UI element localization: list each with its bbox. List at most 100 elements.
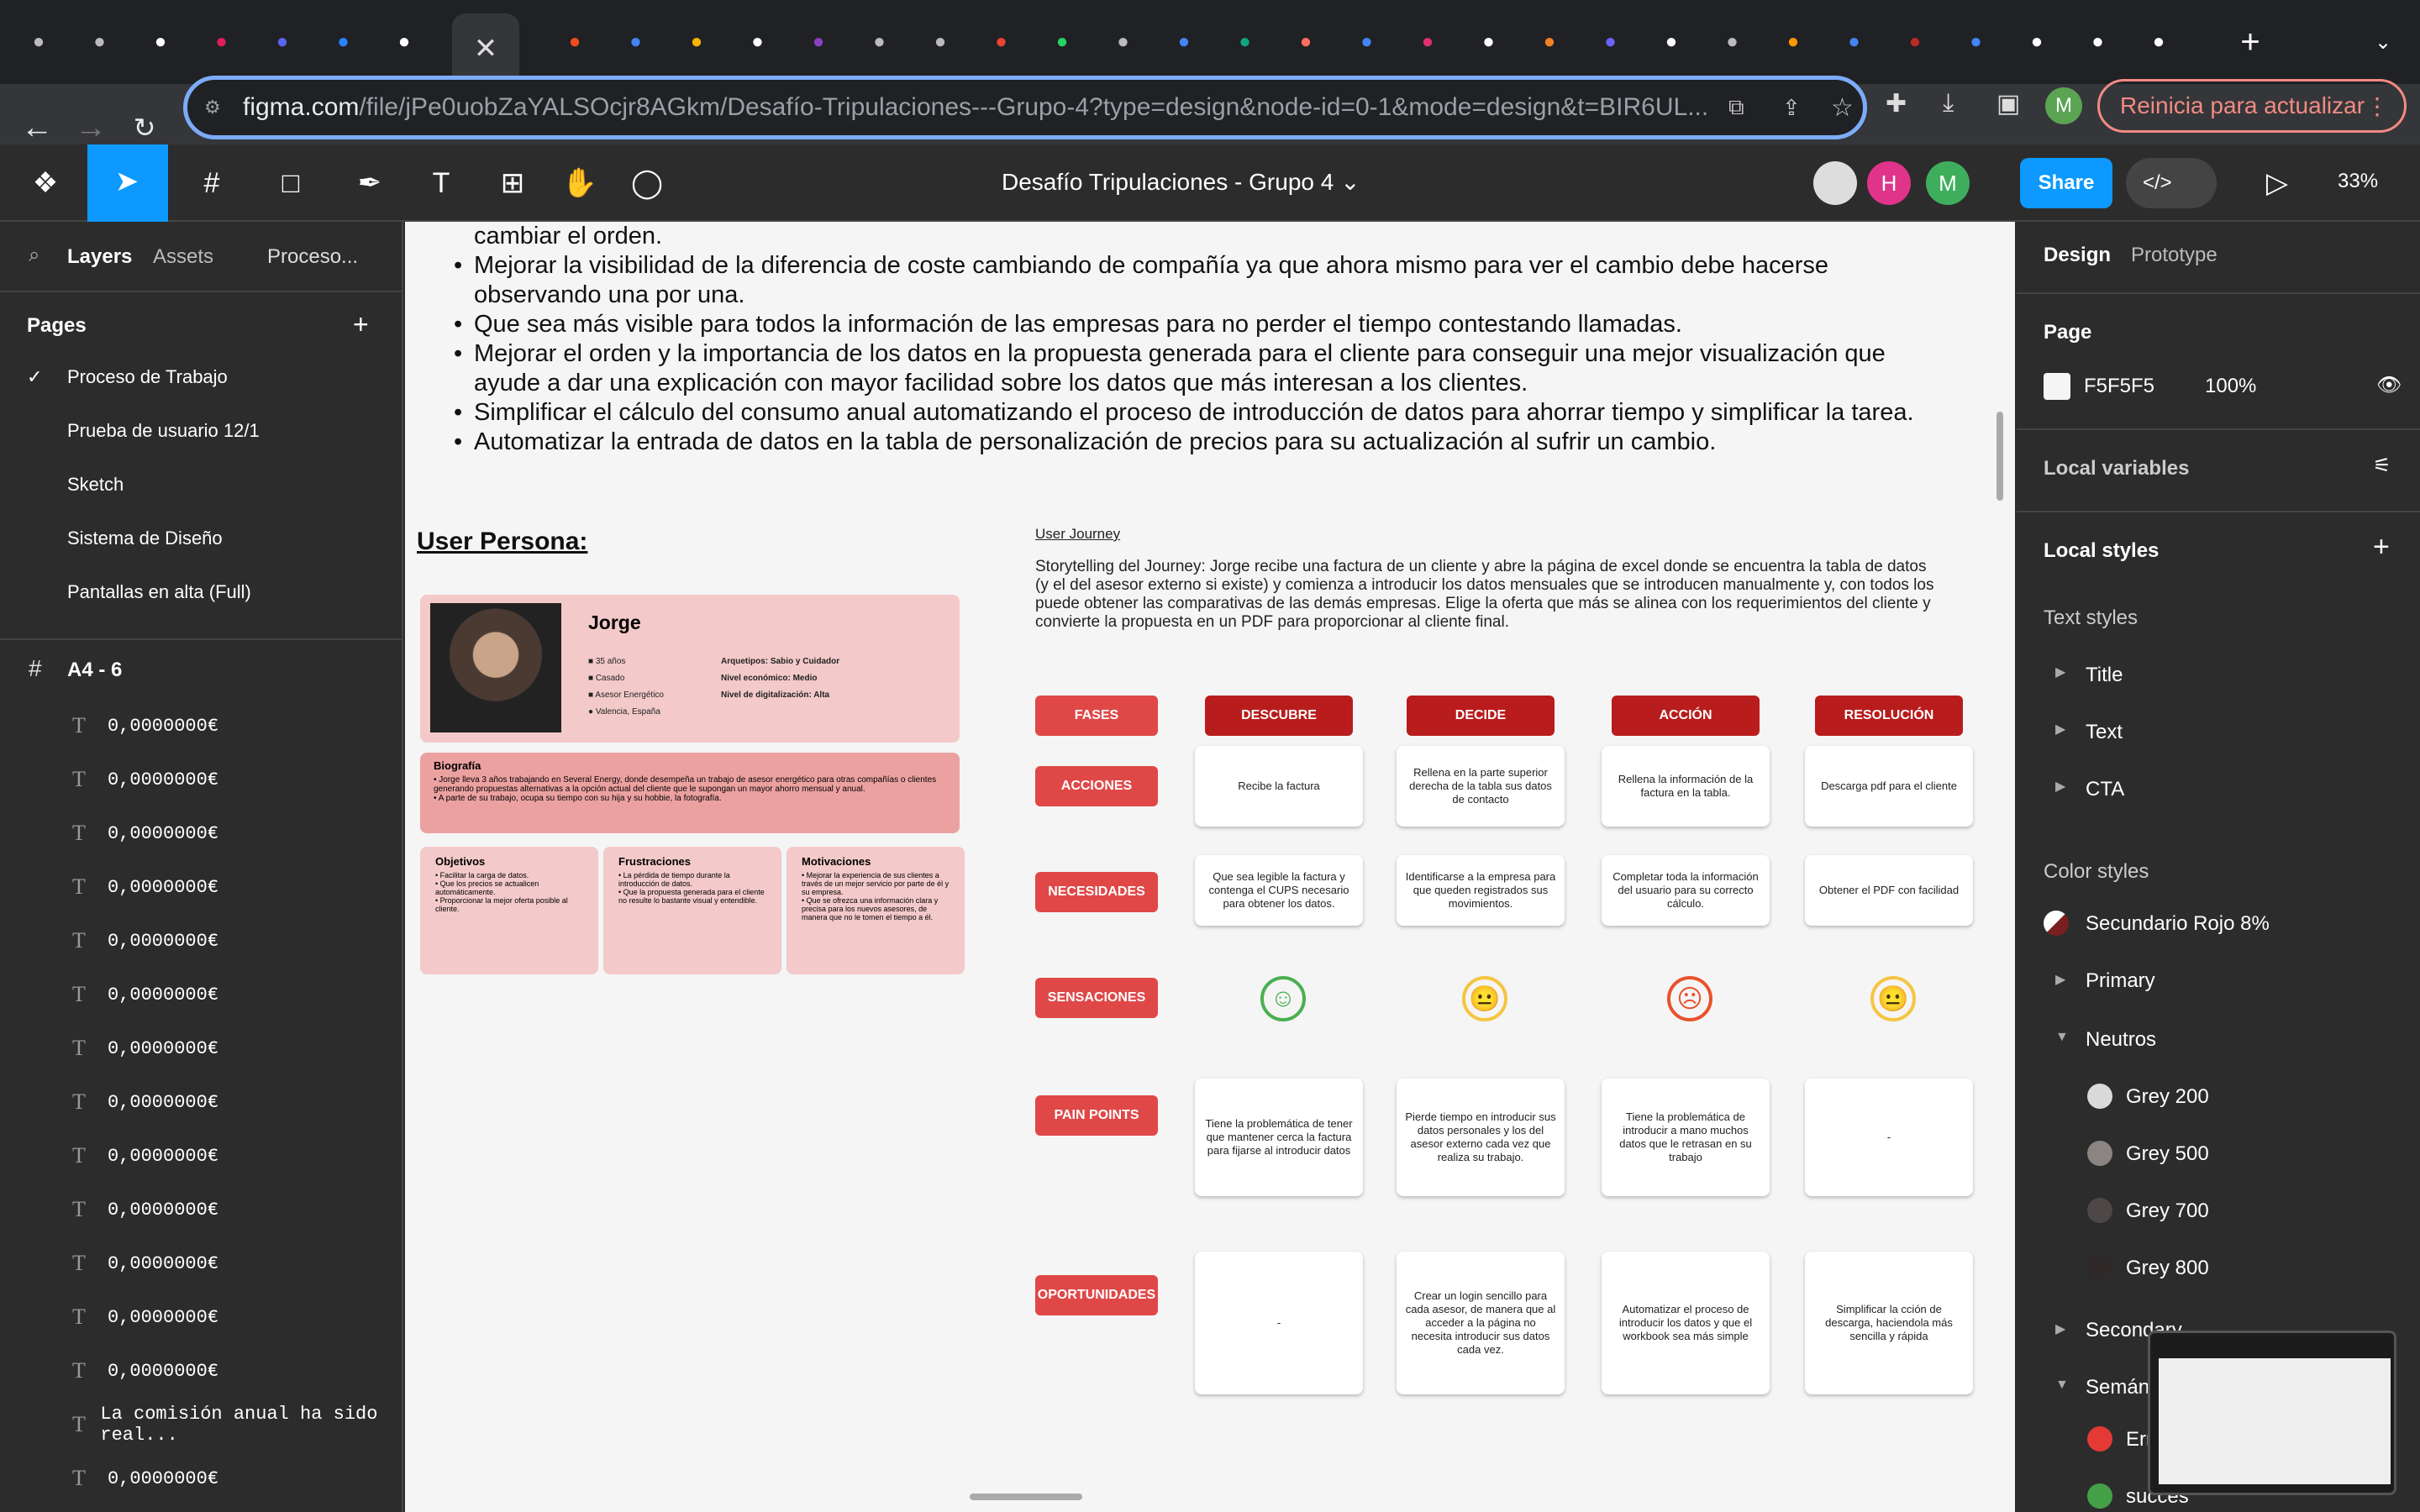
hk-icon[interactable]: ● <box>1531 24 1568 60</box>
text-layer[interactable]: T 0,0000000€ <box>72 1193 392 1226</box>
text-layer[interactable]: T 0,0000000€ <box>72 1032 392 1065</box>
dev-mode-toggle[interactable]: </> <box>2126 158 2217 208</box>
trello-icon[interactable]: ● <box>386 24 423 60</box>
page-selector[interactable]: Proceso... <box>267 245 358 269</box>
google-icon[interactable]: ● <box>1349 24 1386 60</box>
globe-icon[interactable]: ● <box>922 24 959 60</box>
text-layer[interactable]: T 0,0000000€ <box>72 870 392 904</box>
zoom-level[interactable]: 33% <box>2338 170 2378 193</box>
tab-design[interactable]: Design <box>2044 244 2111 267</box>
rectangle-tool-icon[interactable]: □ <box>266 163 316 203</box>
share-button[interactable]: Share <box>2020 158 2112 208</box>
docs-icon[interactable]: ● <box>618 24 655 60</box>
github-icon[interactable]: ● <box>142 24 179 60</box>
text-layer[interactable]: T 0,0000000€ <box>72 816 392 850</box>
search-icon[interactable]: ⌕ <box>29 244 39 267</box>
page-item[interactable]: Sketch <box>67 474 124 496</box>
page-item[interactable]: Prueba de usuario 12/1 <box>67 420 260 442</box>
caret-down-icon[interactable]: ▼ <box>2055 1030 2069 1045</box>
text-layer[interactable]: T 0,0000000€ <box>72 1247 392 1280</box>
site-info-icon[interactable]: ⚙ <box>204 97 221 118</box>
present-icon[interactable]: ▷ <box>2252 163 2302 203</box>
move-tool[interactable]: ➤ <box>87 144 168 222</box>
active-tab[interactable]: ✕ <box>452 13 519 84</box>
document-title[interactable]: Desafío Tripulaciones - Grupo 4 ⌄ <box>1002 168 1360 196</box>
profile-avatar[interactable]: M <box>2045 87 2082 124</box>
text-style-item[interactable]: ▶ Text <box>2055 721 2123 744</box>
caret-right-icon[interactable]: ▶ <box>2055 971 2065 988</box>
page-item[interactable]: Proceso de Trabajo <box>67 366 228 388</box>
avatar-m[interactable]: M <box>1926 161 1970 205</box>
frame-tool-icon[interactable]: # <box>187 163 237 203</box>
hand-tool-icon[interactable]: ✋ <box>555 163 605 203</box>
text-style-item[interactable]: ▶ Title <box>2055 664 2123 687</box>
figma-menu-icon[interactable]: ❖ <box>20 163 71 203</box>
whatsapp-icon[interactable]: ● <box>1044 24 1081 60</box>
text-layer[interactable]: T 0,0000000€ <box>72 709 392 743</box>
colors-icon[interactable]: ● <box>1287 24 1324 60</box>
chatgpt-icon[interactable]: ● <box>1227 24 1264 60</box>
slack-icon[interactable]: ● <box>203 24 240 60</box>
avatar-h[interactable]: H <box>1867 161 1911 205</box>
page-item[interactable]: Sistema de Diseño <box>67 528 223 549</box>
address-bar[interactable]: ⚙ figma.com/file/jPe0uobZaYALSOcjr8AGkm/… <box>183 76 1867 139</box>
resources-icon[interactable]: ⊞ <box>487 163 538 203</box>
sync-icon[interactable]: ● <box>1105 24 1142 60</box>
canvas[interactable]: cambiar el orden. • Mejorar la visibilidad… <box>405 222 2015 1512</box>
text-layer[interactable]: T La comisión anual ha sido real... <box>72 1404 392 1446</box>
google-icon[interactable]: ● <box>1836 24 1873 60</box>
page-opacity[interactable]: 100% <box>2205 375 2256 398</box>
extensions-icon[interactable]: ✚ <box>1886 89 1907 118</box>
jira-icon[interactable]: ● <box>325 24 362 60</box>
tab-assets[interactable]: Assets <box>153 245 213 269</box>
apple-icon[interactable]: ● <box>2080 24 2117 60</box>
style-group-neutros[interactable]: Neutros <box>2086 1028 2156 1052</box>
local-variables[interactable]: Local variables <box>2044 457 2189 480</box>
text-layer[interactable]: T 0,0000000€ <box>72 1462 392 1495</box>
frame-layer[interactable]: A4 - 6 <box>67 659 122 682</box>
style-grey[interactable]: Grey 200 <box>2126 1085 2209 1109</box>
discord-icon[interactable]: ● <box>264 24 301 60</box>
update-button[interactable]: Reinicia para actualizar ⋮ <box>2097 79 2407 133</box>
tembo-icon[interactable]: ● <box>800 24 837 60</box>
eye-icon[interactable]: 👁 <box>2376 373 2402 397</box>
text-layer[interactable]: T 0,0000000€ <box>72 1354 392 1388</box>
copy-link-icon[interactable]: ⧉ <box>1728 94 1744 121</box>
globe-icon[interactable]: ● <box>861 24 898 60</box>
bookmark-star-icon[interactable]: ☆ <box>1831 93 1854 123</box>
instagram-icon[interactable]: ● <box>1409 24 1446 60</box>
more-icon[interactable]: ⋮ <box>2365 92 2389 120</box>
add-page-icon[interactable]: + <box>353 309 369 340</box>
caret-right-icon[interactable]: ▶ <box>2055 1320 2065 1337</box>
page-color-swatch[interactable] <box>2044 373 2070 400</box>
amazon-icon[interactable]: ● <box>2140 24 2177 60</box>
close-icon[interactable]: ✕ <box>474 32 498 66</box>
apple-icon[interactable]: ● <box>1470 24 1507 60</box>
avatar[interactable] <box>1813 161 1857 205</box>
horizontal-scrollbar[interactable] <box>970 1494 1082 1500</box>
text-style-item[interactable]: ▶ CTA <box>2055 778 2124 801</box>
figma-icon[interactable]: ● <box>556 24 593 60</box>
minimap-thumbnail[interactable] <box>2148 1331 2396 1495</box>
az-icon[interactable]: ● <box>1714 24 1751 60</box>
gmail-icon[interactable]: ● <box>983 24 1020 60</box>
vertical-scrollbar[interactable] <box>1996 412 2003 501</box>
style-grey[interactable]: Grey 500 <box>2126 1142 2209 1166</box>
openai-icon[interactable]: ● <box>1653 24 1690 60</box>
variables-icon[interactable]: ⚟ <box>2373 454 2391 478</box>
r-icon[interactable]: ● <box>2018 24 2055 60</box>
text-layer[interactable]: T 0,0000000€ <box>72 1139 392 1173</box>
text-layer[interactable]: T 0,0000000€ <box>72 978 392 1011</box>
style-group-primary[interactable]: Primary <box>2086 969 2155 993</box>
add-style-icon[interactable]: + <box>2373 531 2390 564</box>
text-layer[interactable]: T 0,0000000€ <box>72 763 392 796</box>
bingo-icon[interactable]: ● <box>1775 24 1812 60</box>
new-tab-icon[interactable]: + <box>2232 24 2269 60</box>
style-group-semantic[interactable]: Semán <box>2086 1376 2149 1399</box>
google-icon[interactable]: ● <box>1958 24 1995 60</box>
tab-prototype[interactable]: Prototype <box>2131 244 2217 267</box>
text-tool-icon[interactable]: T <box>420 163 462 203</box>
download-icon[interactable]: ⤓ <box>1943 89 1954 118</box>
style-grey[interactable]: Grey 700 <box>2126 1200 2209 1223</box>
comment-tool-icon[interactable]: ◯ <box>622 163 672 203</box>
